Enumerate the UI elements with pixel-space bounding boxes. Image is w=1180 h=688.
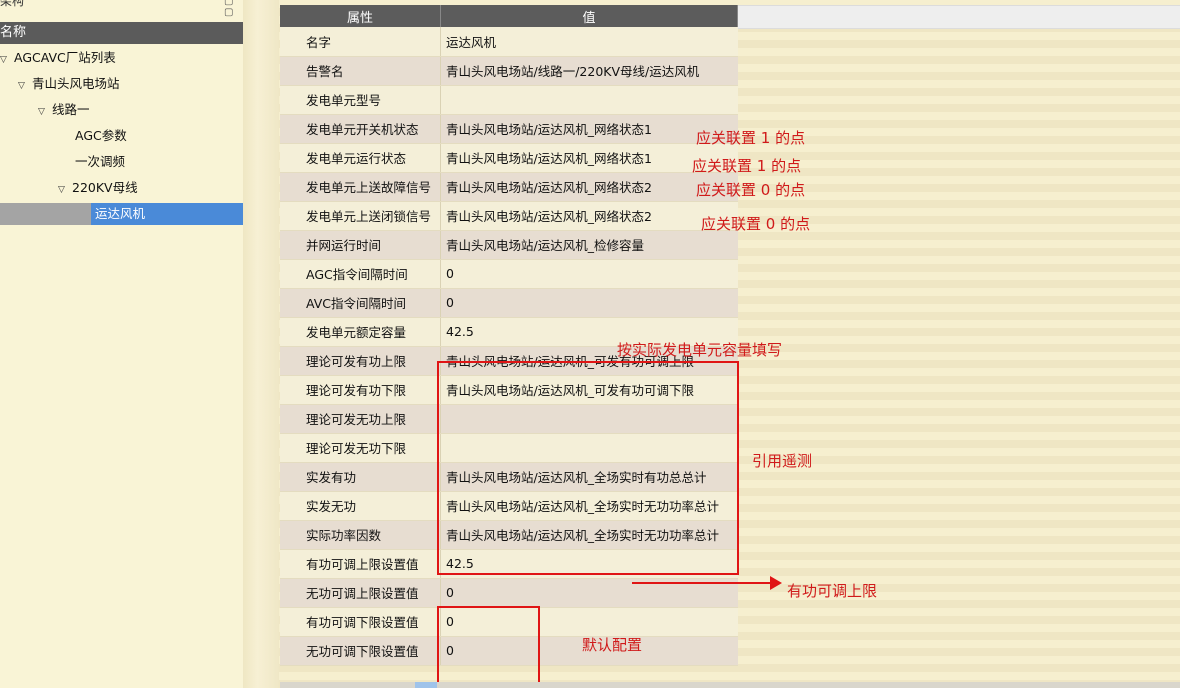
column-header-attribute[interactable]: 属性: [280, 5, 441, 27]
table-row[interactable]: 发电单元开关机状态 青山头风电场站/运达风机_网络状态1: [280, 114, 738, 144]
property-value-cell[interactable]: 青山头风电场站/线路一/220KV母线/运达风机: [440, 56, 738, 86]
property-name-cell: 实发无功: [280, 491, 441, 521]
table-row[interactable]: 名字 运达风机: [280, 27, 738, 57]
property-value-cell[interactable]: [440, 85, 738, 115]
table-row[interactable]: 并网运行时间 青山头风电场站/运达风机_检修容量: [280, 230, 738, 260]
property-name-cell: 名字: [280, 27, 441, 57]
table-row[interactable]: 发电单元上送故障信号 青山头风电场站/运达风机_网络状态2: [280, 172, 738, 202]
property-value-cell[interactable]: 青山头风电场站/运达风机_网络状态1: [440, 114, 738, 144]
property-name-cell: 告警名: [280, 56, 441, 86]
property-name-cell: 发电单元开关机状态: [280, 114, 441, 144]
property-value-cell[interactable]: 青山头风电场站/运达风机_网络状态2: [440, 172, 738, 202]
property-name-cell: 实际功率因数: [280, 520, 441, 550]
expand-toggle-icon[interactable]: ▽: [38, 101, 52, 123]
panel-title: 架构: [0, 0, 25, 8]
property-name-cell: AGC指令间隔时间: [280, 259, 441, 289]
expand-toggle-icon[interactable]: ▽: [58, 179, 72, 201]
property-value-cell[interactable]: 0: [440, 259, 738, 289]
panel-tool-icons[interactable]: ▢ ▢: [224, 0, 243, 18]
column-header-value[interactable]: 值: [440, 5, 738, 27]
property-name-cell: 无功可调下限设置值: [280, 636, 441, 666]
table-row[interactable]: 告警名 青山头风电场站/线路一/220KV母线/运达风机: [280, 56, 738, 86]
tree-node-bus[interactable]: ▽ 220KV母线: [58, 177, 138, 199]
annotation-link-1a: 应关联置 1 的点: [696, 129, 806, 147]
table-row[interactable]: 发电单元型号: [280, 85, 738, 115]
tree-node-line[interactable]: ▽ 线路一: [38, 99, 90, 121]
property-name-cell: 无功可调上限设置值: [280, 578, 441, 608]
tree-node-station[interactable]: ▽ 青山头风电场站: [18, 73, 120, 95]
table-row[interactable]: AGC指令间隔时间 0: [280, 259, 738, 289]
property-name-cell: 理论可发无功上限: [280, 404, 441, 434]
property-name-cell: 发电单元上送故障信号: [280, 172, 441, 202]
property-name-cell: 并网运行时间: [280, 230, 441, 260]
property-name-cell: 发电单元额定容量: [280, 317, 441, 347]
tree-panel: 架构 ▢ ▢ 名称 ▽ AGCAVC厂站列表 ▽ 青山头风电场站 ▽ 线路一 AGC参…: [0, 0, 243, 688]
annotation-link-0b: 应关联置 0 的点: [701, 215, 811, 233]
tree-node-wind-turbine[interactable]: 运达风机: [91, 203, 243, 225]
tree-node-freq-regulation[interactable]: 一次调频: [75, 151, 125, 173]
annotation-default-box: [437, 606, 540, 688]
table-row[interactable]: 发电单元上送闭锁信号 青山头风电场站/运达风机_网络状态2: [280, 201, 738, 231]
property-name-cell: 发电单元型号: [280, 85, 441, 115]
property-name-cell: 理论可发有功上限: [280, 346, 441, 376]
property-value-cell[interactable]: 青山头风电场站/运达风机_检修容量: [440, 230, 738, 260]
annotation-link-1b: 应关联置 1 的点: [692, 157, 802, 175]
expand-toggle-icon[interactable]: ▽: [18, 75, 32, 97]
property-name-cell: 理论可发有功下限: [280, 375, 441, 405]
tree-node-station-list[interactable]: ▽ AGCAVC厂站列表: [0, 47, 116, 69]
annotation-arrow-line: [632, 582, 772, 584]
annotation-upper-limit: 有功可调上限: [787, 582, 878, 600]
property-name-cell: 有功可调下限设置值: [280, 607, 441, 637]
panel-splitter[interactable]: [243, 0, 279, 688]
property-name-cell: AVC指令间隔时间: [280, 288, 441, 318]
property-name-cell: 发电单元上送闭锁信号: [280, 201, 441, 231]
property-value-cell[interactable]: 运达风机: [440, 27, 738, 57]
annotation-capacity: 按实际发电单元容量填写: [617, 341, 783, 359]
table-row[interactable]: 发电单元运行状态 青山头风电场站/运达风机_网络状态1: [280, 143, 738, 173]
property-name-cell: 实发有功: [280, 462, 441, 492]
property-value-cell[interactable]: 0: [440, 288, 738, 318]
header-strip: [737, 5, 1180, 29]
tree-column-header: 名称: [0, 22, 243, 44]
property-name-cell: 理论可发无功下限: [280, 433, 441, 463]
expand-toggle-icon[interactable]: ▽: [0, 49, 14, 71]
table-row[interactable]: AVC指令间隔时间 0: [280, 288, 738, 318]
property-name-cell: 有功可调上限设置值: [280, 549, 441, 579]
property-value-cell[interactable]: 青山头风电场站/运达风机_网络状态2: [440, 201, 738, 231]
arrow-right-icon: [770, 576, 782, 590]
annotation-default: 默认配置: [582, 636, 643, 654]
property-name-cell: 发电单元运行状态: [280, 143, 441, 173]
scrollbar-thumb[interactable]: [415, 682, 437, 688]
annotation-link-0a: 应关联置 0 的点: [696, 181, 806, 199]
annotation-telemetry: 引用遥测: [752, 452, 813, 470]
annotation-telemetry-box: [437, 361, 739, 575]
tree-node-agc-params[interactable]: AGC参数: [75, 125, 127, 147]
